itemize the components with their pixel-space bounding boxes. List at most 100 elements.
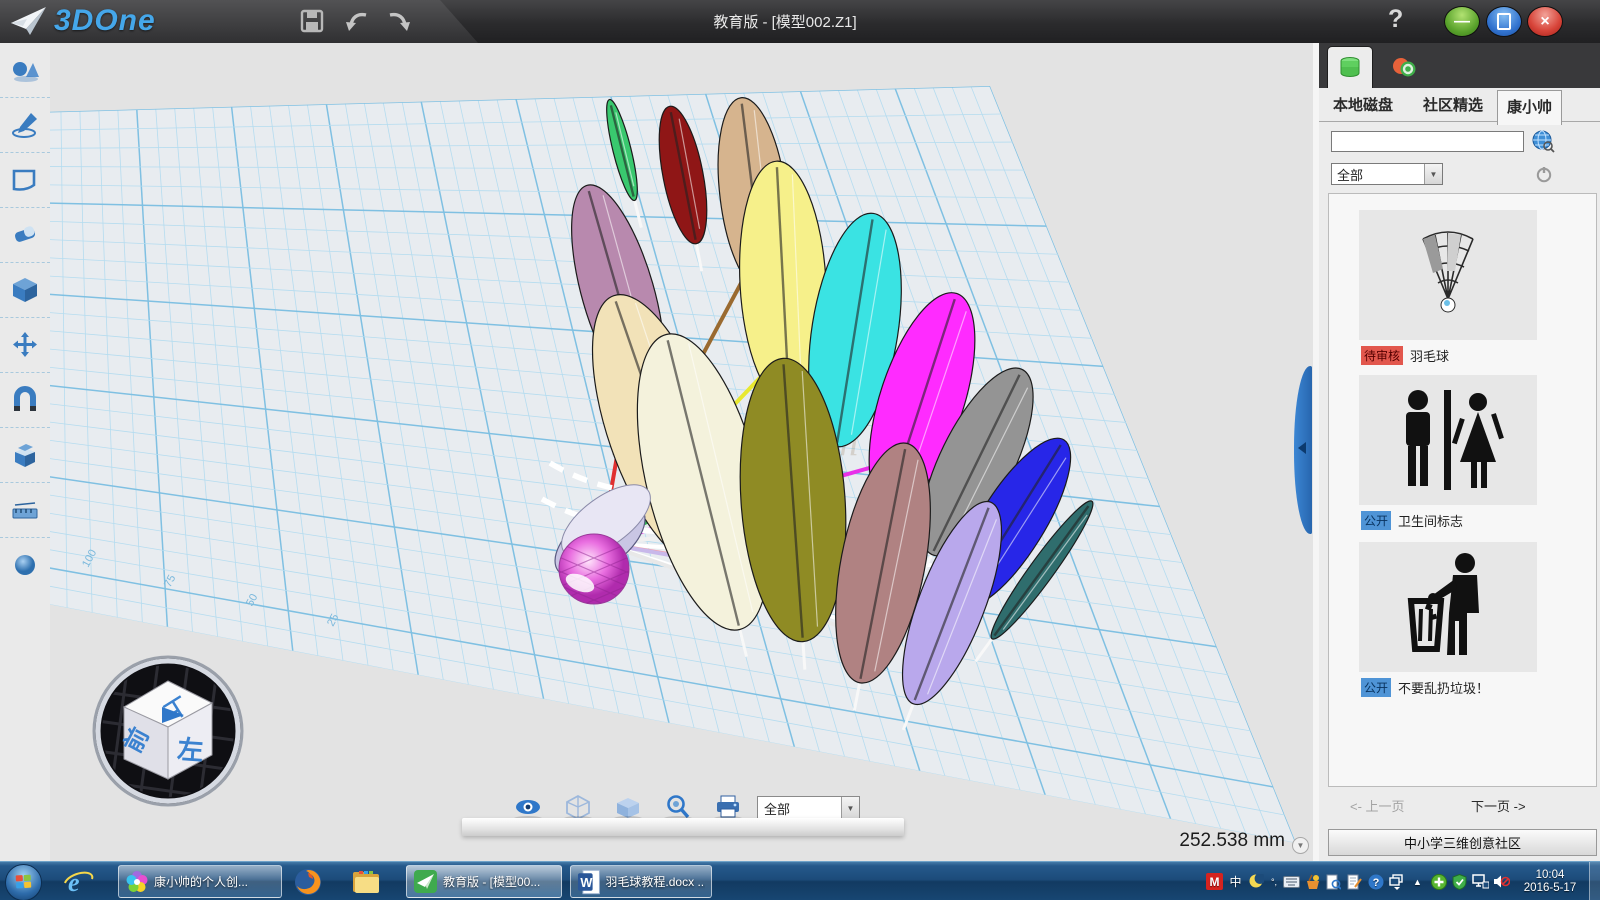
- window-restore-tray-icon[interactable]: [1388, 873, 1405, 890]
- search-input[interactable]: [1331, 131, 1524, 152]
- file-explorer-button[interactable]: [346, 866, 386, 898]
- degree-indicator: °,: [1269, 873, 1279, 890]
- redo-icon: [384, 7, 414, 37]
- model-item-label: 待审核 羽毛球: [1361, 347, 1449, 364]
- next-page-button[interactable]: 下一页 ->: [1471, 796, 1526, 815]
- task-button-personal-space[interactable]: 康小帅的个人创...: [118, 865, 282, 898]
- internet-explorer-button[interactable]: e: [58, 866, 98, 898]
- firefox-icon: [293, 867, 323, 897]
- primitives-icon: [9, 55, 41, 85]
- paint-basket-tray-icon[interactable]: [1304, 873, 1321, 890]
- window-title: 教育版 - [模型002.Z1]: [600, 11, 970, 32]
- trim-tool[interactable]: [0, 208, 50, 263]
- sphere-icon: [9, 550, 41, 580]
- view-cube-left-face[interactable]: 左: [176, 734, 204, 766]
- clock-date: 2016-5-17: [1514, 882, 1586, 895]
- model-item-label: 公开 卫生间标志: [1361, 512, 1463, 529]
- task-button-label: 羽毛球教程.docx ...: [605, 873, 705, 890]
- word-icon: W: [577, 869, 600, 895]
- tab-community[interactable]: [1383, 46, 1427, 88]
- firefox-button[interactable]: [288, 866, 328, 898]
- no-littering-thumbnail: [1393, 551, 1503, 663]
- close-button[interactable]: ×: [1527, 6, 1563, 37]
- display-filter-value: 全部: [758, 799, 841, 818]
- moon-tray-icon[interactable]: [1248, 873, 1265, 890]
- viewport-pedestal: [462, 818, 904, 836]
- magnet-icon: [9, 385, 41, 415]
- redo-button[interactable]: [384, 7, 414, 37]
- svg-text:W: W: [580, 875, 592, 889]
- maximize-icon: [1497, 13, 1511, 30]
- eraser-icon: [9, 220, 41, 250]
- model-item-thumbnail[interactable]: [1359, 542, 1537, 672]
- measurement-unit-button[interactable]: ▼: [1292, 837, 1309, 854]
- resource-panel: 本地磁盘 社区精选 康小帅 全部 ▼: [1313, 43, 1600, 861]
- combine-tool[interactable]: [0, 428, 50, 483]
- paper-plane-icon: [10, 5, 48, 37]
- minimize-button[interactable]: —: [1444, 6, 1480, 37]
- task-button-3done[interactable]: 教育版 - [模型00...: [406, 865, 562, 898]
- help-tray-icon[interactable]: ?: [1367, 873, 1384, 890]
- help-button[interactable]: ?: [1388, 5, 1403, 34]
- panel-nav-tabs: 本地磁盘 社区精选 康小帅: [1319, 88, 1600, 122]
- pinwheel-icon: [125, 870, 149, 894]
- svg-text:e: e: [68, 868, 80, 897]
- primitives-tool[interactable]: [0, 43, 50, 98]
- model-item-thumbnail[interactable]: [1359, 375, 1537, 505]
- show-hidden-icons-button[interactable]: ▲: [1409, 873, 1426, 890]
- status-badge-public: 公开: [1361, 678, 1391, 697]
- mcafee-tray-icon[interactable]: M: [1206, 873, 1223, 890]
- category-filter-select[interactable]: 全部 ▼: [1331, 163, 1443, 185]
- model-item-label: 公开 不要乱扔垃圾！: [1361, 679, 1489, 696]
- database-icon: [1337, 55, 1363, 81]
- viewport-scene: 100 75 50 25 i3DOne.com: [50, 43, 1313, 861]
- show-desktop-button[interactable]: [1589, 862, 1600, 900]
- move-arrows-icon: [9, 330, 41, 360]
- surface-tool[interactable]: [0, 153, 50, 208]
- ruler-icon: [9, 495, 41, 525]
- start-button[interactable]: [5, 864, 42, 900]
- assembly-tool[interactable]: [0, 373, 50, 428]
- status-badge-pending: 待审核: [1361, 346, 1403, 365]
- sketch-tool[interactable]: [0, 98, 50, 153]
- viewport-canvas[interactable]: 100 75 50 25 i3DOne.com: [50, 43, 1313, 861]
- tab-community-featured[interactable]: 社区精选: [1423, 94, 1483, 115]
- model-list: 待审核 羽毛球 公开 卫生间标志: [1328, 193, 1597, 787]
- keyboard-tray-icon[interactable]: [1283, 873, 1300, 890]
- search-doc-tray-icon[interactable]: [1325, 873, 1342, 890]
- view-cube[interactable]: 前 上 左: [94, 657, 242, 805]
- tab-local-resources[interactable]: [1327, 46, 1373, 89]
- material-tool[interactable]: [0, 538, 50, 592]
- undo-button[interactable]: [342, 7, 372, 37]
- model-item-thumbnail[interactable]: [1359, 210, 1537, 340]
- shield-tray-icon[interactable]: [1451, 873, 1468, 890]
- logout-button[interactable]: [1535, 165, 1553, 183]
- taskbar-clock[interactable]: 10:04 2016-5-17: [1514, 869, 1586, 895]
- status-badge-public: 公开: [1361, 511, 1391, 530]
- save-button[interactable]: [298, 7, 328, 37]
- tab-user-kangxiaoshuai[interactable]: 康小帅: [1497, 90, 1562, 125]
- ime-indicator[interactable]: 中: [1227, 873, 1244, 890]
- cube-icon: [9, 275, 41, 305]
- task-button-word-doc[interactable]: W 羽毛球教程.docx ...: [570, 865, 712, 898]
- volume-muted-tray-icon[interactable]: [1493, 873, 1510, 890]
- previous-page-button[interactable]: <- 上一页: [1350, 796, 1405, 815]
- edit-doc-tray-icon[interactable]: [1346, 873, 1363, 890]
- display-filter-select[interactable]: 全部 ▼: [757, 796, 860, 820]
- app-logo: 3DOne: [10, 4, 156, 38]
- maximize-button[interactable]: [1486, 6, 1522, 37]
- chevron-down-icon[interactable]: ▼: [841, 797, 859, 819]
- online-search-button[interactable]: [1531, 129, 1555, 153]
- tab-local-disk[interactable]: 本地磁盘: [1333, 94, 1393, 115]
- security-plus-tray-icon[interactable]: [1430, 873, 1447, 890]
- network-tray-icon[interactable]: [1472, 873, 1489, 890]
- globe-search-icon: [1531, 129, 1555, 153]
- shuttlecock-sketch-thumbnail: [1413, 229, 1483, 321]
- feature-tool[interactable]: [0, 263, 50, 318]
- measure-tool[interactable]: [0, 483, 50, 538]
- model-item-name: 卫生间标志: [1398, 511, 1463, 530]
- application-window: 3DOne 教育版 - [模型002.Z1] ? — ×: [0, 0, 1600, 900]
- chevron-down-icon[interactable]: ▼: [1424, 164, 1442, 184]
- move-tool[interactable]: [0, 318, 50, 373]
- community-site-button[interactable]: 中小学三维创意社区: [1328, 829, 1597, 856]
